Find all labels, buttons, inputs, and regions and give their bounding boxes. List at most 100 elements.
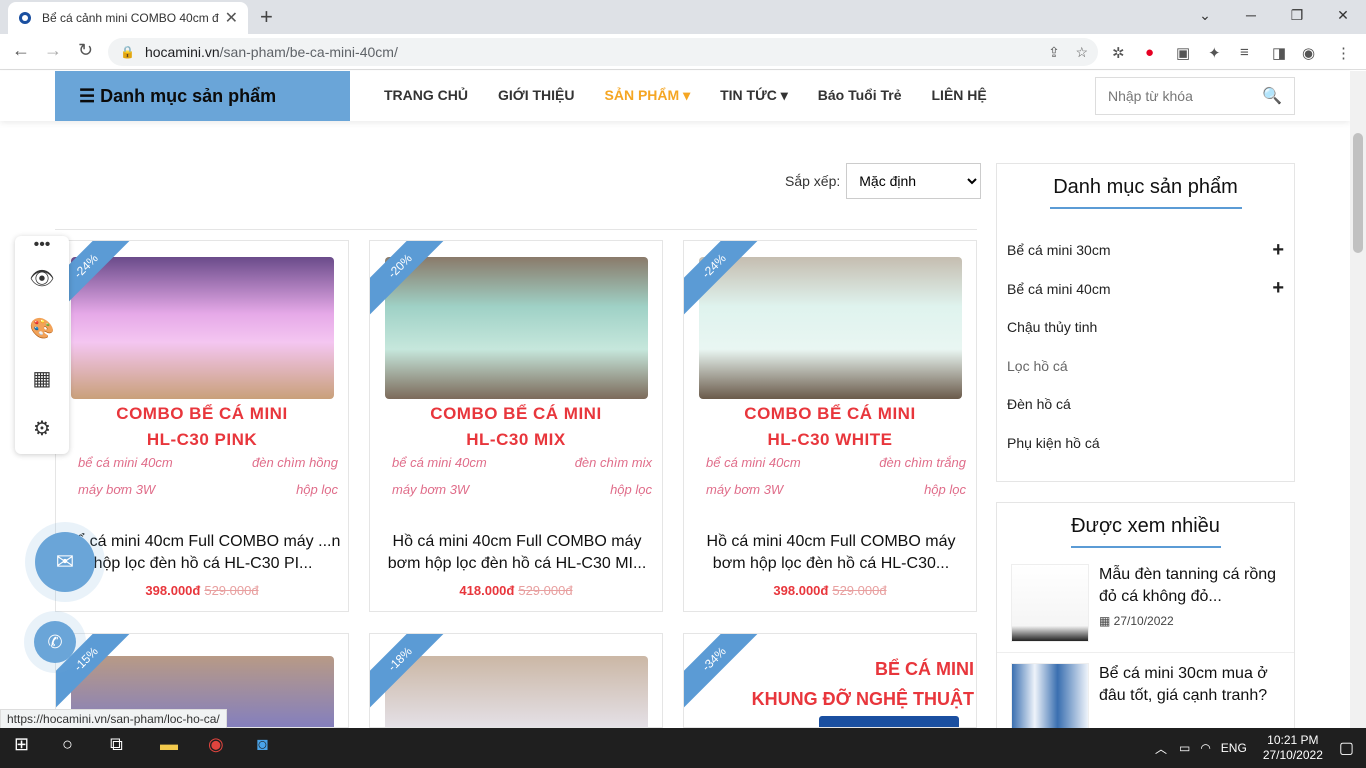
product-card[interactable]: -18% xyxy=(369,633,663,728)
chrome-icon[interactable]: ◉ xyxy=(208,734,224,755)
product-tags: bể cá mini 40cm đèn chìm hồng máy bơm 3W h… xyxy=(78,455,338,509)
scrollbar-thumb[interactable] xyxy=(1353,133,1363,253)
new-tab-icon[interactable]: + xyxy=(260,4,273,30)
grid-icon[interactable]: ▦ xyxy=(15,354,69,404)
banner-stripe xyxy=(819,716,959,727)
close-window-icon[interactable]: ✕ xyxy=(1320,0,1366,34)
category-menu-button[interactable]: ☰ Danh mục sản phẩm xyxy=(55,71,350,121)
status-url-bubble: https://hocamini.vn/san-pham/loc-ho-ca/ xyxy=(0,709,227,729)
tag: đèn chìm hồng xyxy=(251,455,338,470)
windows-start-icon[interactable]: ⊞ xyxy=(14,734,29,755)
product-image xyxy=(385,656,648,727)
sort-select[interactable]: Mặc định xyxy=(846,163,982,199)
post-date: ▦ 27/10/2022 xyxy=(1099,614,1174,628)
chrome-menu-icon[interactable]: ⋮ xyxy=(1336,44,1351,62)
nav-products[interactable]: SẢN PHẨM ▾ xyxy=(605,71,691,121)
search-placeholder: Nhập từ khóa xyxy=(1108,88,1193,104)
tag: bể cá mini 40cm xyxy=(392,455,487,470)
product-price: 418.000đ 529.000đ xyxy=(459,583,573,598)
search-icon[interactable]: 🔍 xyxy=(1262,86,1282,106)
category-item[interactable]: Chậu thủy tinh xyxy=(997,308,1294,347)
widget-title: Được xem nhiều xyxy=(1071,515,1220,537)
category-item[interactable]: Bể cá mini 40cm + xyxy=(997,270,1294,309)
notification-icon[interactable]: ▢ xyxy=(1339,738,1354,758)
share-icon[interactable]: ⇪ xyxy=(1048,44,1060,60)
bookmark-star-icon[interactable]: ☆ xyxy=(1075,44,1088,60)
combo-title: COMBO BỂ CÁ MINI HL-C30 MIX xyxy=(430,404,602,449)
extension-m-icon[interactable]: ▣ xyxy=(1176,44,1190,62)
tag: hộp lọc xyxy=(924,482,966,497)
back-icon[interactable]: ← xyxy=(12,40,30,61)
browser-tab-strip: Bể cá cảnh mini COMBO 40cm đ ✕ + ⌄ ─ ❐ ✕ xyxy=(0,0,1366,34)
minimize-icon[interactable]: ─ xyxy=(1228,0,1274,34)
clock[interactable]: 10:21 PM 27/10/2022 xyxy=(1263,733,1323,763)
tray-chevron-icon[interactable]: ︿ xyxy=(1155,740,1167,757)
sort-label: Sắp xếp: xyxy=(785,173,841,189)
tag: đèn chìm mix xyxy=(574,455,652,470)
expand-plus-icon[interactable]: + xyxy=(1272,239,1284,262)
calendar-icon: ▦ xyxy=(1099,614,1114,628)
category-item[interactable]: Đèn hồ cá xyxy=(997,385,1294,424)
battery-icon[interactable]: ▭ xyxy=(1179,741,1190,755)
media-list-icon[interactable]: ≡ xyxy=(1240,44,1249,61)
nav-home[interactable]: TRANG CHỦ xyxy=(384,71,468,121)
zalo-icon[interactable]: ◙ xyxy=(257,734,268,755)
product-card[interactable]: -20% COMBO BỂ CÁ MINI HL-C30 MIX bể cá mi… xyxy=(369,240,663,612)
nav-news[interactable]: TIN TỨC ▾ xyxy=(720,71,788,121)
product-card[interactable]: -34% BỂ CÁ MINI KHUNG ĐỠ NGHỆ THUẬT xyxy=(683,633,977,728)
forward-icon[interactable]: → xyxy=(44,40,62,61)
post-title[interactable]: Mẫu đèn tanning cá rồng đỏ cá không đỏ..… xyxy=(1099,564,1280,608)
more-icon[interactable]: ••• xyxy=(15,236,69,254)
nav-tuoitre[interactable]: Báo Tuổi Trẻ xyxy=(818,71,902,121)
sort-bar: Sắp xếp: Mặc định xyxy=(785,163,982,199)
messenger-chat-button[interactable]: ✉ xyxy=(35,532,95,592)
tab-search-chevron-icon[interactable]: ⌄ xyxy=(1182,0,1228,34)
search-circle-icon[interactable]: ○ xyxy=(62,734,73,755)
post-thumbnail xyxy=(1011,564,1089,642)
side-panel-icon[interactable]: ◨ xyxy=(1272,44,1286,62)
nav-contact[interactable]: LIÊN HỆ xyxy=(932,71,987,121)
tag: hộp lọc xyxy=(610,482,652,497)
widget-title: Danh mục sản phẩm xyxy=(1053,176,1238,198)
file-explorer-icon[interactable]: ▬ xyxy=(160,734,178,755)
reload-icon[interactable]: ↻ xyxy=(78,40,93,61)
product-name[interactable]: Hồ cá mini 40cm Full COMBO máy bơm hộp l… xyxy=(692,531,970,575)
title-underline xyxy=(1070,546,1221,548)
palette-icon[interactable]: 🎨 xyxy=(15,304,69,354)
extension-gear-icon[interactable]: ✲ xyxy=(1112,44,1125,62)
page-scrollbar[interactable] xyxy=(1350,71,1366,728)
task-view-icon[interactable]: ⧉ xyxy=(110,734,123,755)
combo-title: COMBO BỂ CÁ MINI HL-C30 WHITE xyxy=(744,404,916,449)
pinterest-icon[interactable]: ● xyxy=(1145,44,1154,61)
language-indicator[interactable]: ENG xyxy=(1221,741,1247,755)
url-field[interactable]: 🔒 hocamini.vn/san-pham/be-ca-mini-40cm/ … xyxy=(108,38,1098,66)
product-card[interactable]: -24% COMBO BỂ CÁ MINI HL-C30 WHITE bể cá … xyxy=(683,240,977,612)
browser-tab[interactable]: Bể cá cảnh mini COMBO 40cm đ ✕ xyxy=(8,2,248,34)
product-name[interactable]: Bể cá mini 40cm Full COMBO máy ...n hộp … xyxy=(64,531,342,575)
wifi-icon[interactable]: ◠ xyxy=(1200,741,1210,755)
product-price: 398.000đ 529.000đ xyxy=(773,583,887,598)
eye-icon[interactable]: 👁 xyxy=(15,254,69,304)
extensions-puzzle-icon[interactable]: ✦ xyxy=(1208,44,1221,62)
product-price: 398.000đ 529.000đ xyxy=(145,583,259,598)
post-item[interactable]: Bể cá mini 30cm mua ở đâu tốt, giá cạnh … xyxy=(997,652,1294,728)
post-item[interactable]: Mẫu đèn tanning cá rồng đỏ cá không đỏ..… xyxy=(997,564,1294,642)
product-name[interactable]: Hồ cá mini 40cm Full COMBO máy bơm hộp l… xyxy=(378,531,656,575)
url-host: hocamini.vn xyxy=(144,44,220,60)
settings-gear-icon[interactable]: ⚙ xyxy=(15,404,69,454)
phone-call-button[interactable]: ✆ xyxy=(34,621,76,663)
banner-text: BỂ CÁ MINI KHUNG ĐỠ NGHỆ THUẬT xyxy=(751,659,974,709)
product-card[interactable]: -24% COMBO BỂ CÁ MINI HL-C30 PINK bể cá m… xyxy=(55,240,349,612)
profile-avatar-icon[interactable]: ◉ xyxy=(1302,44,1315,62)
category-item[interactable]: Phụ kiện hồ cá xyxy=(997,424,1294,463)
expand-plus-icon[interactable]: + xyxy=(1272,277,1284,300)
search-input[interactable]: Nhập từ khóa 🔍 xyxy=(1095,77,1295,115)
combo-title: COMBO BỂ CÁ MINI HL-C30 PINK xyxy=(116,404,288,449)
phone-icon: ✆ xyxy=(47,631,63,652)
close-tab-icon[interactable]: ✕ xyxy=(225,8,238,28)
category-item[interactable]: Lọc hồ cá xyxy=(997,347,1294,386)
category-item[interactable]: Bể cá mini 30cm + xyxy=(997,231,1294,270)
restore-icon[interactable]: ❐ xyxy=(1274,0,1320,34)
post-title[interactable]: Bể cá mini 30cm mua ở đâu tốt, giá cạnh … xyxy=(1099,663,1280,707)
nav-about[interactable]: GIỚI THIỆU xyxy=(498,71,575,121)
